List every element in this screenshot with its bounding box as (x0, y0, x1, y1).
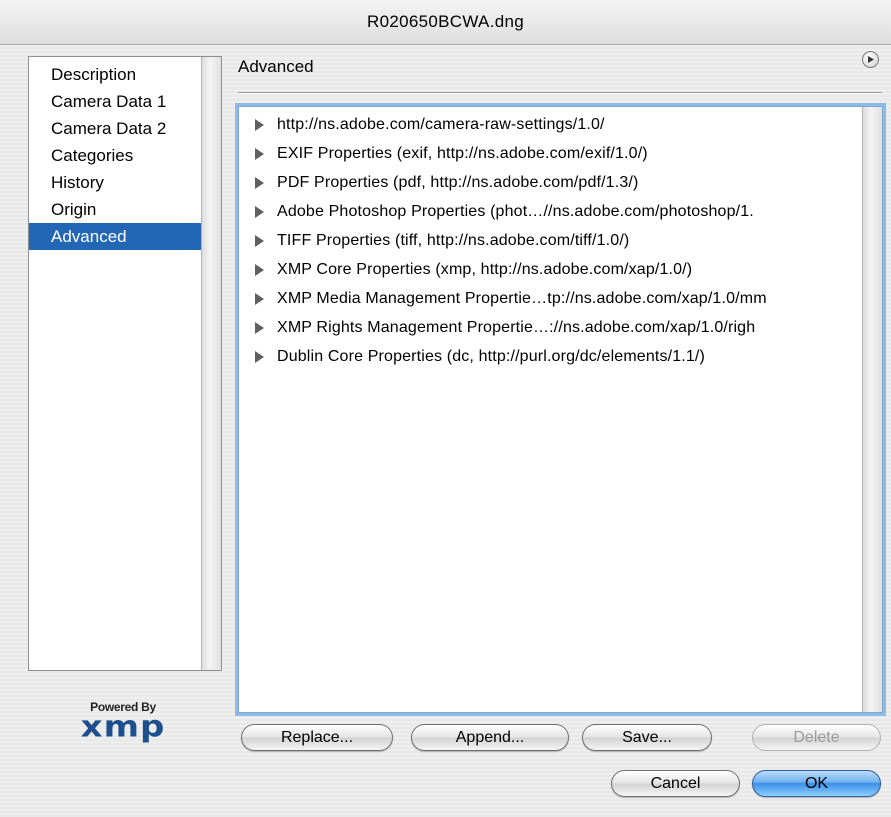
tree-row-photoshop[interactable]: Adobe Photoshop Properties (phot…//ns.ad… (239, 197, 861, 226)
play-circle-icon[interactable] (862, 51, 879, 68)
sidebar-item-camera-data-1[interactable]: Camera Data 1 (29, 88, 201, 115)
namespace-list: http://ns.adobe.com/camera-raw-settings/… (239, 110, 861, 371)
tree-row-label: EXIF Properties (exif, http://ns.adobe.c… (277, 144, 648, 162)
ok-button[interactable]: OK (752, 770, 881, 797)
disclosure-triangle-icon[interactable] (255, 321, 264, 334)
category-list: Description Camera Data 1 Camera Data 2 … (29, 61, 201, 250)
tree-row-pdf[interactable]: PDF Properties (pdf, http://ns.adobe.com… (239, 168, 861, 197)
cancel-button[interactable]: Cancel (611, 770, 740, 797)
tree-row-label: http://ns.adobe.com/camera-raw-settings/… (277, 115, 605, 133)
disclosure-triangle-icon[interactable] (255, 263, 264, 276)
window-title: R020650BCWA.dng (367, 12, 524, 31)
sidebar-scrollbar[interactable] (201, 57, 221, 670)
tree-row-camera-raw[interactable]: http://ns.adobe.com/camera-raw-settings/… (239, 110, 861, 139)
play-glyph-icon (868, 56, 874, 63)
disclosure-triangle-icon[interactable] (255, 234, 264, 247)
disclosure-triangle-icon[interactable] (255, 147, 264, 160)
xmp-logo: Powered By xmp (76, 700, 170, 742)
tree-row-xmp-rights-management[interactable]: XMP Rights Management Propertie…://ns.ad… (239, 313, 861, 342)
header-divider (238, 92, 882, 94)
tree-row-tiff[interactable]: TIFF Properties (tiff, http://ns.adobe.c… (239, 226, 861, 255)
sidebar-item-categories[interactable]: Categories (29, 142, 201, 169)
sidebar-item-camera-data-2[interactable]: Camera Data 2 (29, 115, 201, 142)
tree-row-dublin-core[interactable]: Dublin Core Properties (dc, http://purl.… (239, 342, 861, 371)
replace-button[interactable]: Replace... (241, 724, 393, 751)
disclosure-triangle-icon[interactable] (255, 176, 264, 189)
tree-row-exif[interactable]: EXIF Properties (exif, http://ns.adobe.c… (239, 139, 861, 168)
tree-row-xmp-media-management[interactable]: XMP Media Management Propertie…tp://ns.a… (239, 284, 861, 313)
tree-scrollbar[interactable] (862, 107, 882, 712)
title-bar: R020650BCWA.dng (0, 0, 891, 45)
sidebar-item-history[interactable]: History (29, 169, 201, 196)
append-button[interactable]: Append... (411, 724, 569, 751)
category-sidebar: Description Camera Data 1 Camera Data 2 … (28, 56, 222, 671)
tree-row-label: XMP Media Management Propertie…tp://ns.a… (277, 289, 767, 307)
sidebar-item-description[interactable]: Description (29, 61, 201, 88)
tree-row-label: Adobe Photoshop Properties (phot…//ns.ad… (277, 202, 754, 220)
tree-row-xmp-core[interactable]: XMP Core Properties (xmp, http://ns.adob… (239, 255, 861, 284)
tree-row-label: Dublin Core Properties (dc, http://purl.… (277, 347, 706, 365)
tree-row-label: XMP Rights Management Propertie…://ns.ad… (277, 318, 756, 336)
delete-button[interactable]: Delete (752, 724, 881, 751)
disclosure-triangle-icon[interactable] (255, 118, 264, 131)
properties-tree[interactable]: http://ns.adobe.com/camera-raw-settings/… (238, 106, 883, 713)
disclosure-triangle-icon[interactable] (255, 350, 264, 363)
disclosure-triangle-icon[interactable] (255, 205, 264, 218)
section-title: Advanced (238, 57, 314, 76)
save-button[interactable]: Save... (582, 724, 712, 751)
tree-row-label: PDF Properties (pdf, http://ns.adobe.com… (277, 173, 639, 191)
sidebar-item-advanced[interactable]: Advanced (29, 223, 201, 250)
sidebar-item-origin[interactable]: Origin (29, 196, 201, 223)
disclosure-triangle-icon[interactable] (255, 292, 264, 305)
xmp-wordmark: xmp (80, 710, 166, 744)
tree-row-label: TIFF Properties (tiff, http://ns.adobe.c… (277, 231, 630, 249)
tree-row-label: XMP Core Properties (xmp, http://ns.adob… (277, 260, 693, 278)
